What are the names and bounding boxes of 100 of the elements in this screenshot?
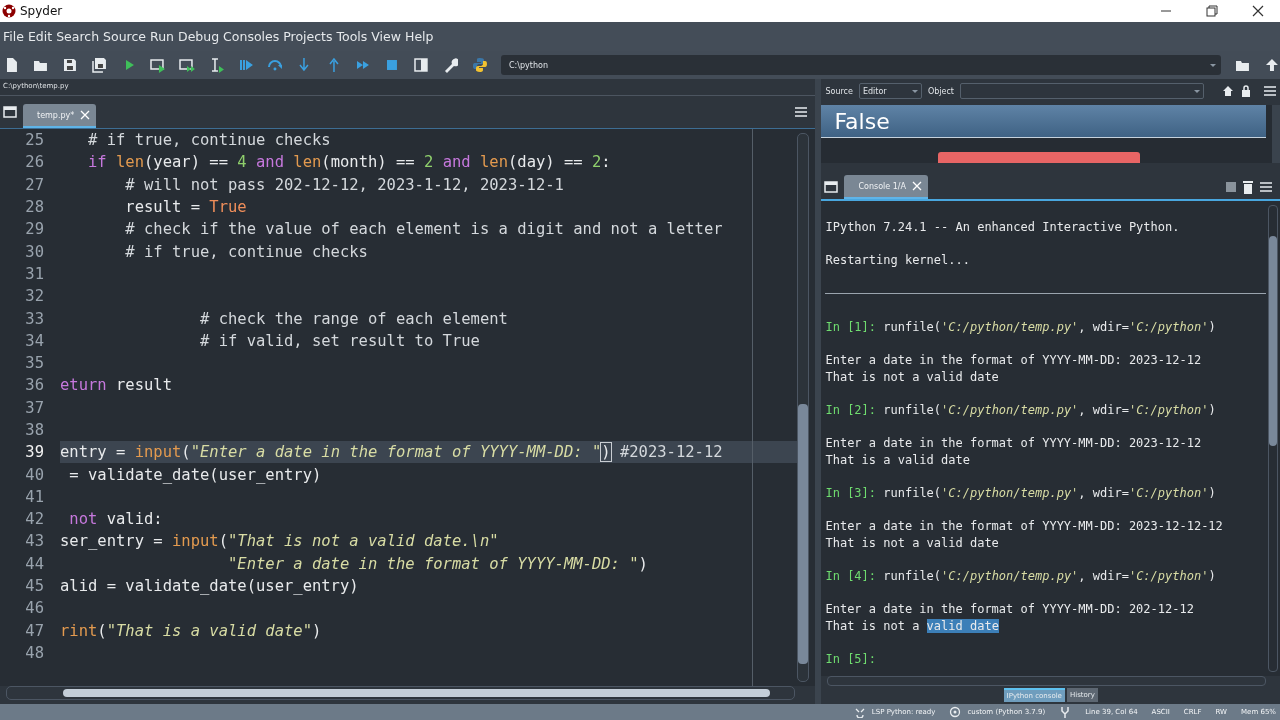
line-number: 43 bbox=[24, 532, 45, 551]
browse-tabs-icon[interactable] bbox=[824, 180, 839, 194]
menu-item[interactable]: Tools bbox=[334, 29, 370, 44]
menu-item[interactable]: Consoles bbox=[221, 29, 282, 44]
console-line: In [3]: runfile('C:/python/temp.py', wdir='C:/python') bbox=[825, 485, 1216, 500]
code-line: "Enter a date in the format of YYYY-MM-DD: ") bbox=[226, 554, 648, 573]
working-directory-field[interactable]: C:\python bbox=[501, 55, 1222, 75]
step-over-icon[interactable] bbox=[267, 57, 284, 73]
code-line: # if true, continue checks bbox=[87, 131, 331, 150]
source-dropdown[interactable]: Editor bbox=[858, 83, 922, 99]
code-line: rint("That is a valid date") bbox=[60, 621, 322, 640]
vertical-scrollbar[interactable] bbox=[1272, 105, 1280, 163]
console-line: Enter a date in the format of YYYY-MM-DD: 202-12-12 bbox=[825, 601, 1194, 616]
console-line: In [5]: bbox=[825, 651, 877, 666]
file-tab[interactable]: temp.py* bbox=[23, 104, 97, 128]
console-line: IPython 7.24.1 -- An enhanced Interactive Python. bbox=[825, 220, 1180, 235]
code-line: not valid: bbox=[68, 510, 163, 529]
menu-item[interactable]: View bbox=[369, 29, 403, 44]
line-number: 29 bbox=[24, 220, 45, 239]
code-line: # check the range of each element bbox=[198, 309, 508, 328]
line-number: 46 bbox=[24, 599, 45, 618]
parent-directory-icon[interactable] bbox=[1263, 57, 1280, 73]
code-line: if len(year) == 4 and len(month) == 2 and len(day) == 2: bbox=[87, 153, 611, 172]
horizontal-scrollbar[interactable] bbox=[827, 676, 1266, 686]
console-line: Enter a date in the format of YYYY-MM-DD: 2023-12-12 bbox=[825, 436, 1202, 450]
line-number: 38 bbox=[24, 421, 45, 439]
lock-icon[interactable] bbox=[1240, 85, 1252, 97]
object-field[interactable] bbox=[960, 83, 1204, 99]
stop-icon[interactable] bbox=[384, 57, 400, 73]
line-number: 41 bbox=[24, 487, 45, 506]
menu-icon[interactable] bbox=[1264, 86, 1276, 96]
code-line: entry = input("Enter a date in the format of YYYY-MM-DD: ") #2023-12-12 bbox=[60, 443, 723, 462]
dropdown-arrow-icon[interactable] bbox=[1209, 61, 1218, 69]
code-line: # will not pass 202-12-12, 2023-1-12, 2023-12-1 bbox=[124, 175, 564, 194]
run-cell-advance-icon[interactable] bbox=[179, 57, 196, 73]
code-line: # check if the value of each element is a digit and not a letter bbox=[124, 220, 723, 239]
code-line: = validate_date(user_entry) bbox=[68, 465, 322, 484]
menu-item[interactable]: Edit bbox=[25, 29, 55, 44]
scrollbar-thumb[interactable] bbox=[798, 404, 809, 664]
console-line: In [1]: runfile('C:/python/temp.py', wdir='C:/python') bbox=[825, 319, 1216, 334]
line-number: 30 bbox=[24, 242, 45, 261]
debug-icon[interactable] bbox=[237, 57, 254, 73]
console-line: That is not a valid date bbox=[825, 618, 999, 633]
close-icon[interactable] bbox=[1252, 5, 1264, 17]
line-number: 26 bbox=[24, 153, 45, 172]
console-line: Enter a date in the format of YYYY-MM-DD: 2023-12-12 bbox=[825, 353, 1202, 368]
console-line: That is a valid date bbox=[825, 452, 970, 467]
dropdown-arrow-icon[interactable] bbox=[1193, 87, 1201, 95]
maximize-pane-icon[interactable] bbox=[413, 57, 430, 73]
wrench-icon[interactable] bbox=[442, 57, 459, 73]
save-icon[interactable] bbox=[62, 57, 79, 73]
menu-item[interactable]: Help bbox=[403, 29, 436, 44]
menu-item[interactable]: Projects bbox=[281, 29, 335, 44]
menu-icon[interactable] bbox=[795, 107, 808, 117]
code-line: # if valid, set result to True bbox=[198, 331, 480, 350]
browse-tabs-icon[interactable] bbox=[3, 105, 17, 119]
code-line: eturn result bbox=[60, 376, 172, 395]
restore-icon[interactable] bbox=[1206, 5, 1218, 17]
line-number: 36 bbox=[24, 376, 45, 395]
line-number: 48 bbox=[24, 643, 45, 662]
new-file-icon[interactable] bbox=[4, 57, 20, 73]
python-icon[interactable] bbox=[471, 57, 488, 73]
dropdown-arrow-icon[interactable] bbox=[910, 87, 919, 95]
object-label: Object bbox=[927, 86, 954, 96]
save-all-icon[interactable] bbox=[91, 57, 108, 73]
help-heading: False bbox=[834, 108, 890, 134]
menu-item[interactable]: Debug bbox=[176, 29, 222, 44]
source-label: Source bbox=[825, 86, 853, 96]
console-line: That is not a valid date bbox=[825, 369, 999, 384]
horizontal-scrollbar[interactable] bbox=[6, 686, 796, 700]
lsp-status-icon bbox=[853, 706, 866, 718]
line-number: 37 bbox=[24, 398, 45, 417]
menu-item[interactable]: File bbox=[1, 29, 26, 44]
run-cell-icon[interactable] bbox=[150, 57, 167, 73]
line-number: 47 bbox=[24, 621, 45, 640]
scrollbar-thumb[interactable] bbox=[63, 689, 770, 697]
line-number: 25 bbox=[24, 131, 45, 150]
vertical-scrollbar[interactable] bbox=[797, 133, 810, 682]
line-number: 27 bbox=[24, 175, 45, 194]
vertical-scrollbar[interactable] bbox=[1268, 205, 1278, 672]
home-icon[interactable] bbox=[1222, 85, 1234, 97]
line-number: 33 bbox=[24, 309, 45, 328]
code-line: alid = validate_date(user_entry) bbox=[60, 577, 359, 596]
line-number: 32 bbox=[24, 287, 45, 306]
console-line: Enter a date in the format of YYYY-MM-DD: 2023-12-12-12 bbox=[825, 519, 1223, 533]
menu-icon[interactable] bbox=[1260, 182, 1272, 192]
trash-icon[interactable] bbox=[1242, 180, 1254, 194]
line-number: 40 bbox=[24, 465, 45, 484]
menu-item[interactable]: Run bbox=[148, 29, 176, 44]
code-line: result = True bbox=[124, 198, 247, 217]
line-number: 31 bbox=[24, 264, 45, 283]
scrollbar-thumb[interactable] bbox=[1269, 236, 1277, 446]
console-tab[interactable]: Console 1/A bbox=[844, 175, 928, 199]
line-number: 39 bbox=[24, 443, 45, 462]
menu-item[interactable]: Search bbox=[54, 29, 102, 44]
line-number: 34 bbox=[24, 331, 45, 350]
code-line: ser_entry = input("That is not a valid date.\n" bbox=[60, 532, 499, 551]
line-number: 35 bbox=[24, 354, 45, 373]
console-line: That is not a valid date bbox=[825, 535, 999, 550]
menu-item[interactable]: Source bbox=[101, 29, 149, 44]
